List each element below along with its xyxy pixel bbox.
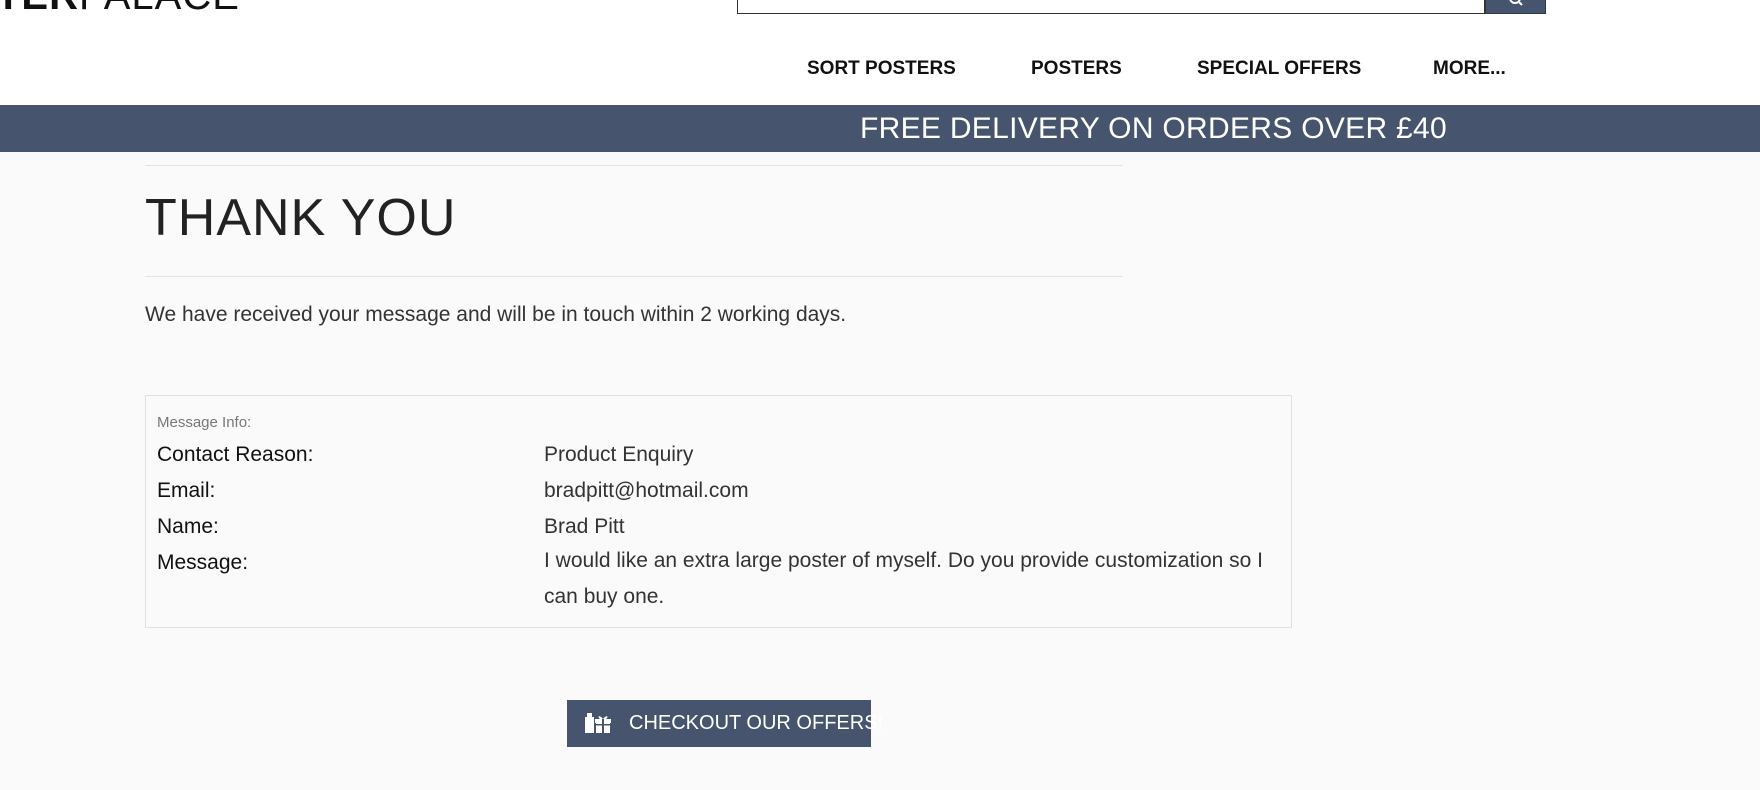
nav-item-special-offers[interactable]: SPECIAL OFFERS <box>1197 58 1361 80</box>
message-value: I would like an extra large poster of my… <box>544 549 1264 608</box>
name-label: Name: <box>157 515 219 538</box>
checkout-offers-label: CHECKOUT OUR OFFERS! <box>629 712 884 734</box>
checkout-offers-button[interactable]: CHECKOUT OUR OFFERS! <box>567 700 883 747</box>
nav-item-more[interactable]: MORE... <box>1433 58 1506 80</box>
email-label: Email: <box>157 479 216 502</box>
message-label: Message: <box>157 551 249 574</box>
title-divider <box>145 276 1123 277</box>
search-button[interactable] <box>1485 0 1546 14</box>
contact-reason-value: Product Enquiry <box>544 443 694 466</box>
delivery-banner: FREE DELIVERY ON ORDERS OVER £40 <box>0 105 1760 152</box>
search-icon <box>1509 0 1523 6</box>
message-info-panel: Message Info: Contact Reason: Product En… <box>145 395 1292 628</box>
gift-icon <box>585 713 611 733</box>
nav-item-sort-posters[interactable]: SORT POSTERS <box>807 58 956 80</box>
logo-light-text: PALACE <box>79 0 240 18</box>
delivery-banner-text: FREE DELIVERY ON ORDERS OVER £40 <box>860 112 1448 145</box>
search-input[interactable] <box>737 0 1485 14</box>
site-header: TERPALACE SORT POSTERS POSTERS SPECIAL O… <box>0 0 1760 105</box>
nav-item-posters[interactable]: POSTERS <box>1031 58 1122 80</box>
site-logo[interactable]: TERPALACE <box>0 0 240 16</box>
page-title: THANK YOU <box>145 189 457 247</box>
confirmation-message: We have received your message and will b… <box>145 303 847 326</box>
message-info-heading: Message Info: <box>157 414 252 431</box>
contact-reason-label: Contact Reason: <box>157 443 314 466</box>
top-divider <box>145 165 1123 166</box>
name-value: Brad Pitt <box>544 515 625 538</box>
logo-bold-text: TER <box>0 0 79 18</box>
email-value: bradpitt@hotmail.com <box>544 479 749 502</box>
